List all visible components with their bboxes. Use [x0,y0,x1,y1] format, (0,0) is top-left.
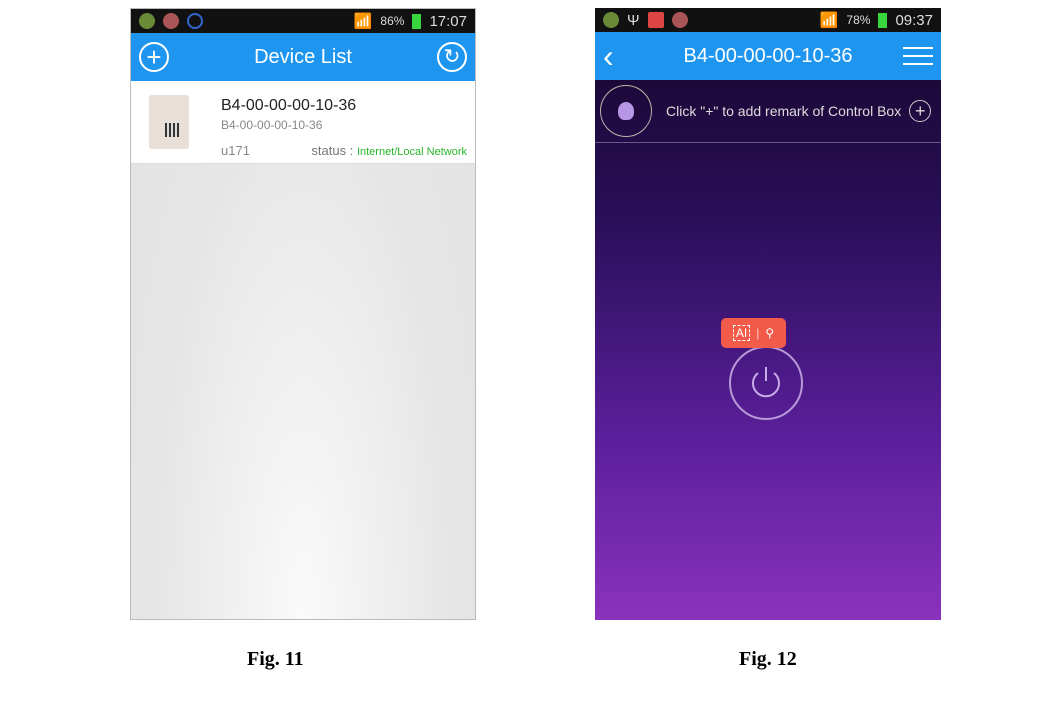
device-name: B4-00-00-00-10-36 [221,97,357,114]
remark-row: Click "+" to add remark of Control Box + [595,80,941,143]
figure-caption: Fig. 11 [247,648,304,670]
battery-level: 78% [846,13,871,27]
page-title: B4-00-00-00-10-36 [683,44,853,67]
device-list-screen: 📶 86% 17:07 + Device List ↻ B4-00-00-00-… [130,8,476,620]
battery-icon [412,13,422,29]
clock: 09:37 [895,11,933,29]
ai-search-overlay[interactable]: AI | ⚲ [721,318,786,348]
app-header: ‹ B4-00-00-00-10-36 [595,32,941,80]
battery-icon [878,12,888,28]
device-mac: B4-00-00-00-10-36 [221,118,323,132]
menu-button[interactable] [903,41,933,71]
back-button[interactable]: ‹ [603,38,633,75]
figure-caption: Fig. 12 [739,648,797,670]
bulb-icon [600,85,652,137]
status-bar: 📶 86% 17:07 [131,9,475,33]
control-box-screen: Ψ 📶 78% 09:37 ‹ B4-00-00-00-10-36 Click … [595,8,941,620]
device-status: status : Internet/Local Network [311,143,467,158]
wifi-icon: 📶 [353,13,373,30]
status-bar: Ψ 📶 78% 09:37 [595,8,941,32]
app-icon [603,12,619,28]
refresh-button[interactable]: ↻ [437,42,467,72]
add-remark-button[interactable]: + [909,100,932,122]
app-icon [139,13,155,29]
page-title: Device List [254,45,352,68]
device-user: u171 [221,143,250,158]
app-header: + Device List ↻ [131,33,475,81]
app-icon [163,13,179,29]
app-icon [647,12,664,28]
status-label: status : [311,143,354,158]
wifi-icon: 📶 [819,12,839,29]
power-button[interactable] [729,346,803,420]
status-value: Internet/Local Network [356,146,467,158]
app-icon [671,12,688,28]
usb-icon: Ψ [627,11,640,29]
qq-icon [187,13,203,29]
remark-hint: Click "+" to add remark of Control Box [666,103,902,119]
power-icon [752,367,780,398]
add-device-button[interactable]: + [139,42,169,72]
device-thumbnail [149,95,189,149]
search-icon[interactable]: ⚲ [765,326,774,340]
clock: 17:07 [429,12,467,30]
battery-level: 86% [380,14,405,28]
device-list-item[interactable]: B4-00-00-00-10-36 B4-00-00-00-10-36 u171… [131,81,475,164]
ai-icon[interactable]: AI [732,325,751,341]
